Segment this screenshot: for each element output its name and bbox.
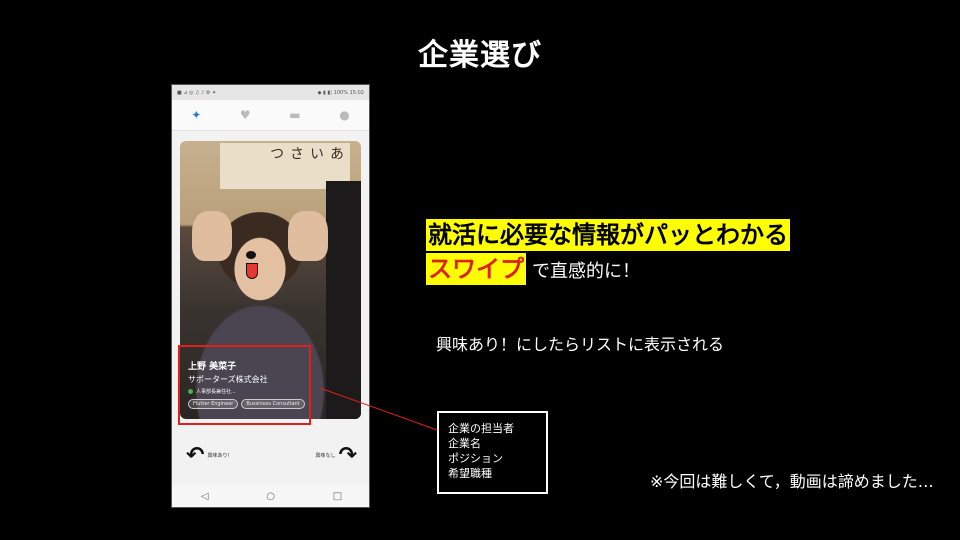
phone-screenshot: ■ ⊿ ◎ ♫ ♪ ⚙ ✦ ◆ ▮ ◧ 100% 15:02 ✦ ♥ ▬ ● あ… [171, 84, 370, 508]
interested-label: 興味あり！ [207, 452, 233, 459]
app-logo-icon[interactable]: ✦ [191, 108, 201, 122]
swipe-actions: ↶ 興味あり！ 興味なし ↷ [172, 437, 369, 473]
recents-icon[interactable]: □ [333, 491, 342, 502]
info-line: 希望職種 [448, 467, 492, 480]
info-line: 企業の担当者 [448, 422, 514, 435]
not-interested-label: 興味なし [315, 452, 336, 459]
home-icon[interactable]: ○ [266, 491, 275, 502]
status-bar: ■ ⊿ ◎ ♫ ♪ ⚙ ✦ ◆ ▮ ◧ 100% 15:02 [172, 85, 369, 100]
photo-hand-left [192, 211, 232, 261]
android-nav-bar: ◁ ○ □ [172, 485, 369, 507]
swipe-right-arrow-icon[interactable]: ↷ [339, 443, 357, 468]
info-line: 企業名 [448, 437, 481, 450]
photo-hand-right [288, 211, 328, 261]
back-icon[interactable]: ◁ [201, 491, 209, 502]
app-navbar: ✦ ♥ ▬ ● [172, 100, 369, 131]
not-interested-action[interactable]: 興味なし ↷ [316, 443, 357, 468]
interested-action[interactable]: ↶ 興味あり！ [186, 443, 232, 468]
slide-title: 企業選び [418, 38, 542, 73]
headline: 就活に必要な情報がパッとわかる スワイプ で直感的に！ [426, 219, 790, 285]
highlight-box [178, 345, 311, 425]
heart-icon[interactable]: ♥ [240, 108, 251, 122]
dog-tongue-sticker-icon [246, 263, 258, 279]
profile-icon[interactable]: ● [339, 108, 349, 122]
headline-swipe-highlight: スワイプ [426, 253, 526, 285]
info-callout: 企業の担当者 企業名 ポジション 希望職種 [437, 411, 548, 494]
info-line: ポジション [448, 452, 503, 465]
swipe-left-arrow-icon[interactable]: ↶ [186, 443, 204, 468]
status-bar-left: ■ ⊿ ◎ ♫ ♪ ⚙ ✦ [177, 89, 217, 96]
chat-icon[interactable]: ▬ [289, 108, 300, 122]
headline-line2-rest: で直感的に！ [532, 261, 640, 282]
status-bar-right: ◆ ▮ ◧ 100% 15:02 [317, 89, 364, 96]
video-note: ※今回は難しくて，動画は諦めました… [650, 472, 934, 491]
list-note: 興味あり！にしたらリストに表示される [436, 335, 725, 354]
headline-line1: 就活に必要な情報がパッとわかる [426, 219, 790, 251]
dog-nose-sticker-icon [246, 251, 256, 259]
